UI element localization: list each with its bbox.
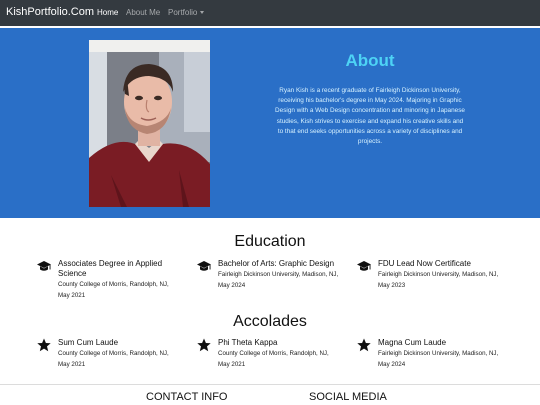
education-title-text: Bachelor of Arts: Graphic Design — [218, 259, 335, 268]
nav-home[interactable]: Home — [97, 8, 118, 17]
social-media-heading: SOCIAL MEDIA — [309, 391, 387, 403]
footer-divider — [0, 384, 540, 385]
nav-portfolio-dropdown[interactable]: Portfolio — [168, 8, 205, 17]
chevron-down-icon — [200, 11, 205, 14]
contact-info-heading: CONTACT INFO — [146, 391, 228, 403]
accolade-detail: County College of Morris, Randolph, NJ, … — [58, 350, 169, 368]
accolade-detail: County College of Morris, Randolph, NJ, … — [218, 350, 329, 368]
accolade-title-text: Sum Cum Laude — [58, 338, 119, 347]
education-title-text: Associates Degree in Applied Science — [58, 259, 163, 278]
about-title: About — [345, 51, 395, 70]
navbar: KishPortfolio.Com Home About Me Portfoli… — [0, 0, 540, 26]
brand-link[interactable]: KishPortfolio.Com — [6, 6, 94, 18]
about-text: Ryan Kish is a recent graduate of Fairle… — [275, 87, 465, 146]
star-icon — [37, 338, 51, 352]
accolade-title-text: Magna Cum Laude — [378, 338, 447, 347]
education-detail: Fairleigh Dickinson University, Madison,… — [378, 271, 499, 289]
nav-about-me[interactable]: About Me — [126, 8, 160, 17]
star-icon — [357, 338, 371, 352]
profile-photo — [89, 40, 210, 207]
education-title-text: FDU Lead Now Certificate — [378, 259, 471, 268]
graduation-cap-icon — [357, 259, 371, 273]
graduation-cap-icon — [197, 259, 211, 273]
graduation-cap-icon — [37, 259, 51, 273]
education-detail: County College of Morris, Randolph, NJ, … — [58, 281, 169, 299]
education-detail: Fairleigh Dickinson University, Madison,… — [218, 271, 339, 289]
accolade-detail: Fairleigh Dickinson University, Madison,… — [378, 350, 499, 368]
accolade-title-text: Phi Theta Kappa — [218, 338, 278, 347]
about-section: About Ryan Kish is a recent graduate of … — [0, 28, 540, 218]
education-title: Education — [234, 233, 306, 250]
nav-portfolio-label: Portfolio — [168, 8, 198, 17]
accolades-title: Accolades — [233, 313, 307, 330]
star-icon — [197, 338, 211, 352]
